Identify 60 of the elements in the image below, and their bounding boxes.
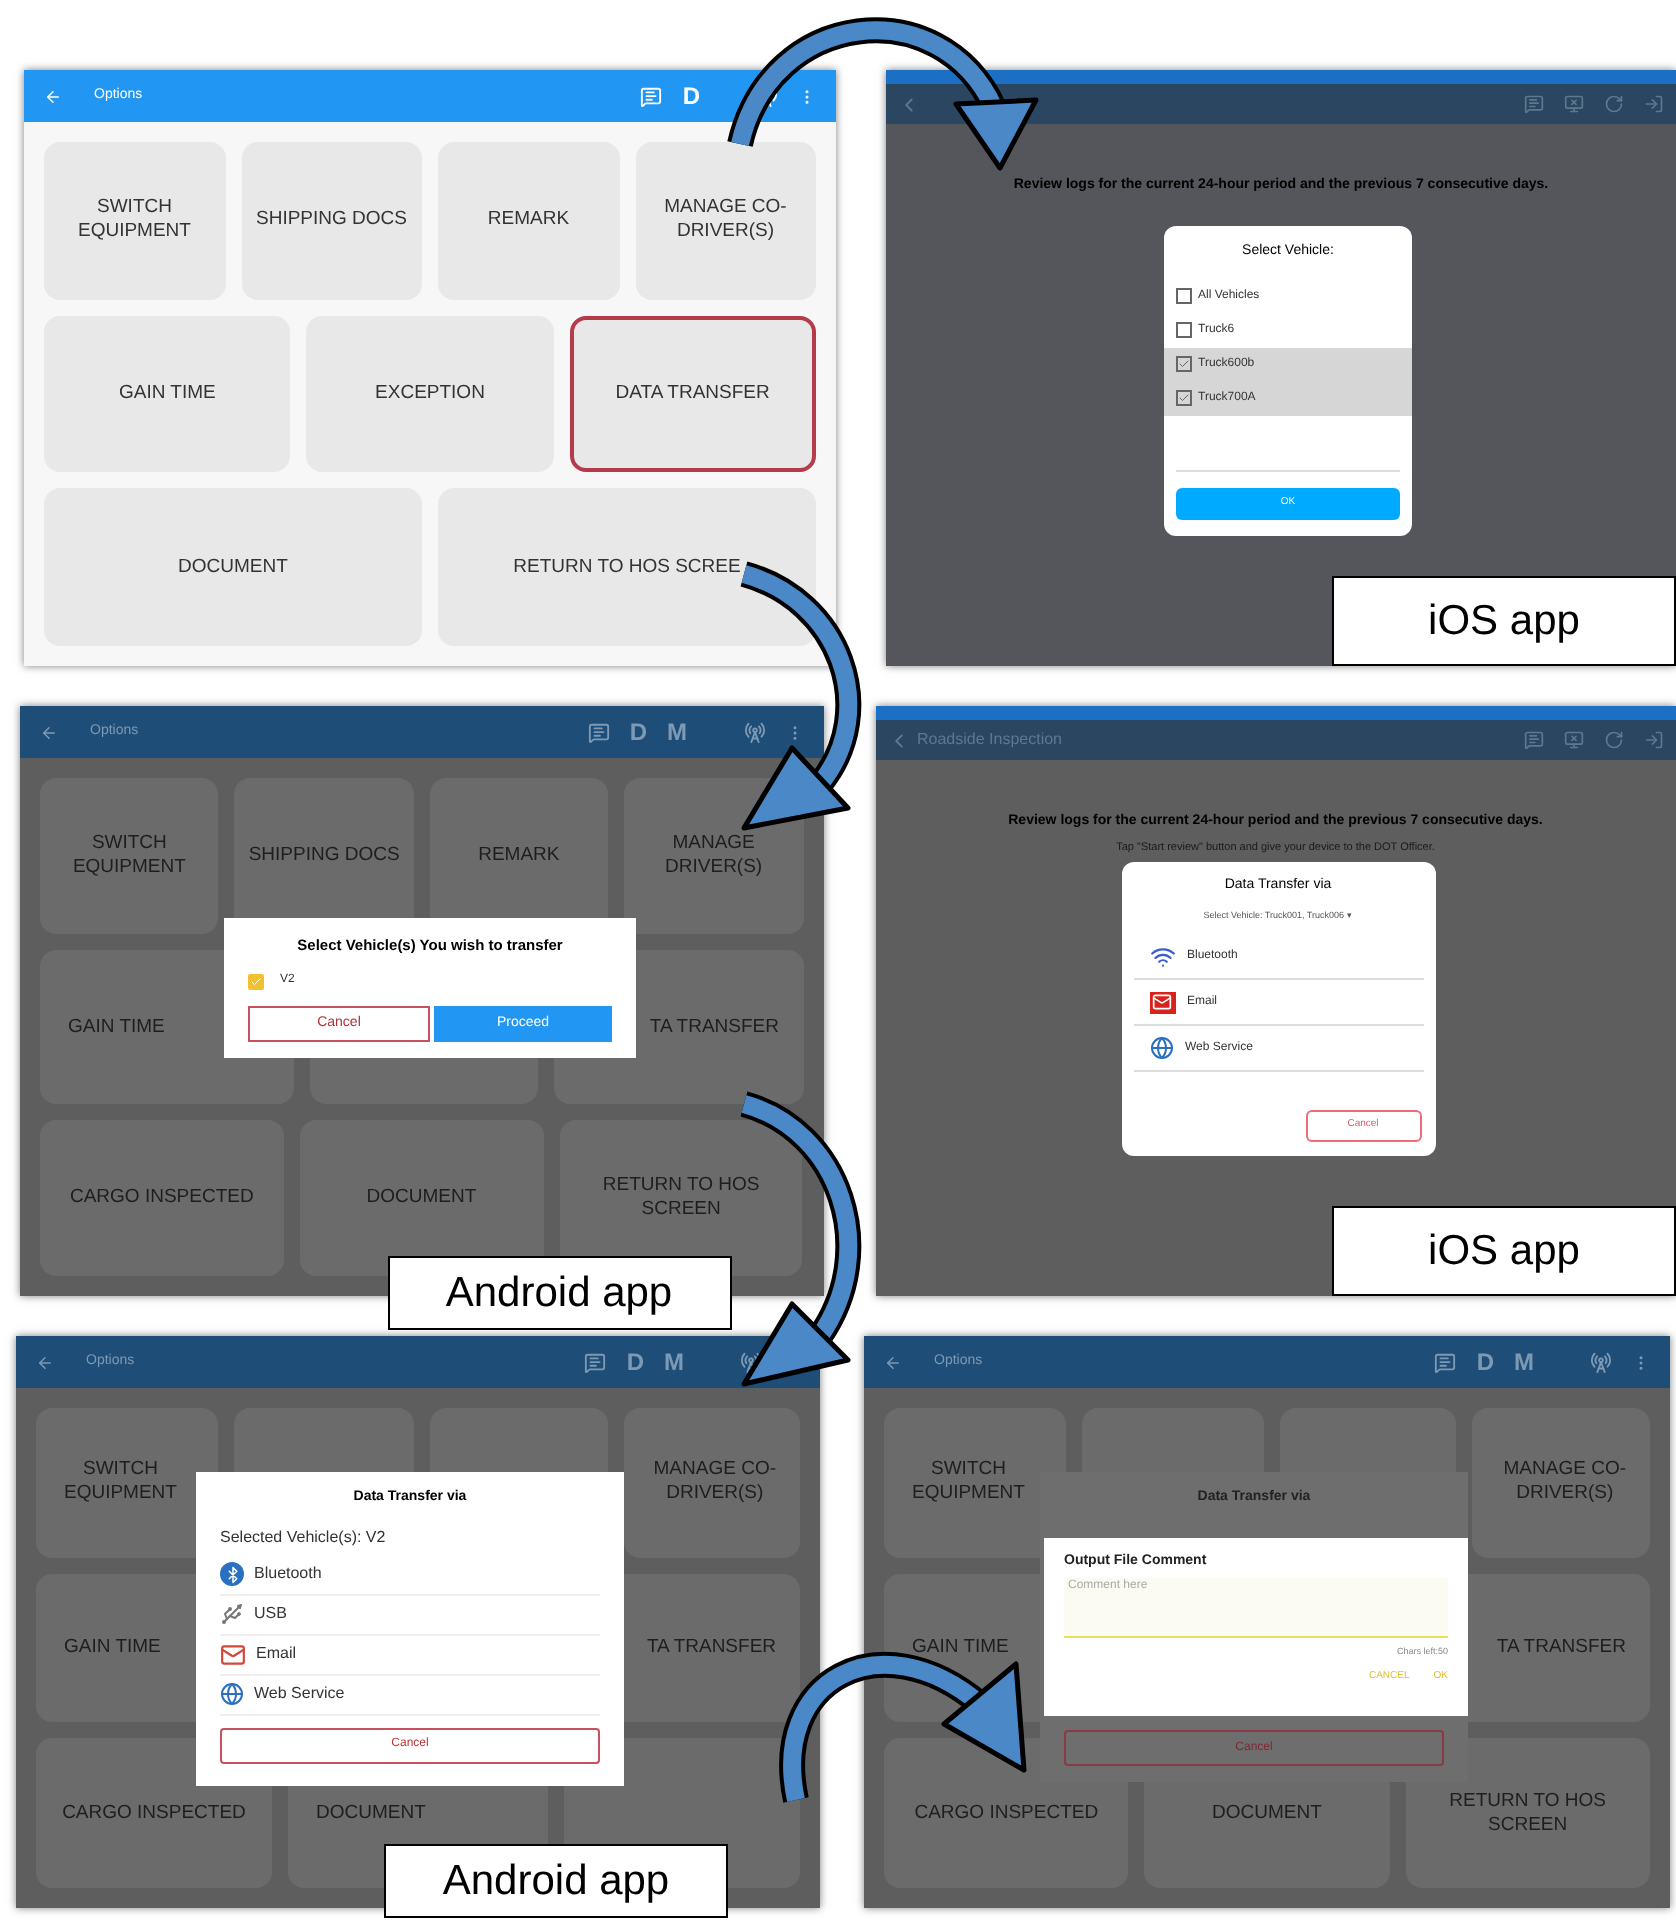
back-arrow-icon[interactable] [36,1353,54,1371]
option-tile[interactable]: SWITCH EQUIPMENT [36,1408,217,1558]
option-tile[interactable]: EXCEPTION [306,315,554,473]
exit-icon[interactable] [1644,94,1664,114]
message-icon[interactable] [587,721,610,743]
message-icon[interactable] [1524,94,1544,114]
checkbox[interactable] [1176,288,1192,304]
option-tile[interactable]: SHIPPING DOCS [241,142,422,300]
checkbox[interactable] [1176,390,1192,406]
option-tile[interactable]: MANAGE CO- DRIVER(S) [1472,1408,1650,1558]
status-letter[interactable]: D [626,1344,644,1380]
caption-label: Android app [384,1843,728,1918]
bluetooth-icon [220,1562,244,1586]
option-tile[interactable]: GAIN TIME [44,315,291,473]
back-arrow-icon[interactable] [884,1353,902,1371]
transfer-option[interactable]: Web Service [220,1675,600,1715]
option-tile[interactable]: CARGO INSPECTED [40,1120,284,1277]
option-tile[interactable]: RETURN TO HOS SCREEN [1405,1738,1650,1889]
option-tile[interactable]: CARGO INSPECTED [36,1738,272,1889]
transfer-option[interactable]: USB [220,1595,600,1635]
mail-icon [1149,991,1175,1014]
message-icon[interactable] [1524,730,1544,750]
status-letter[interactable]: M [667,714,687,750]
monitor-icon[interactable] [1564,730,1584,750]
caption-label: iOS app [1332,575,1676,666]
back-arrow-icon[interactable] [44,87,62,105]
refresh-icon[interactable] [1604,730,1624,750]
monitor-icon[interactable] [1564,94,1584,114]
option-tile[interactable]: DATA TRANSFER [569,315,816,473]
option-tile[interactable]: SWITCH EQUIPMENT [884,1408,1066,1558]
usb-icon [220,1602,244,1626]
status-letter[interactable]: M [664,1344,684,1380]
option-tile[interactable]: RETURN TO HOS SCREE [438,488,816,647]
globe-icon [220,1682,244,1706]
caption-label: Android app [387,1255,731,1330]
selected-vehicle-text: Selected Vehicle(s): V2 [220,1525,388,1549]
option-tile[interactable]: SWITCH EQUIPMENT [44,142,225,300]
mail-icon [220,1641,246,1667]
caption-label: iOS app [1332,1205,1676,1296]
transfer-option[interactable]: Email [220,1635,600,1675]
exit-icon[interactable] [1644,730,1664,750]
status-letter[interactable]: D [1476,1344,1494,1380]
checkbox[interactable] [1176,322,1192,338]
option-tile[interactable]: SWITCH EQUIPMENT [40,778,219,934]
transfer-option[interactable]: Bluetooth [220,1555,600,1595]
option-tile[interactable]: REMARK [438,142,619,300]
option-tile[interactable]: DOCUMENT [44,488,422,647]
status-letter[interactable]: D [682,78,700,114]
checkbox[interactable] [1176,356,1192,372]
status-letter[interactable]: D [629,714,647,750]
option-tile[interactable]: MANAGE CO- DRIVER(S) [635,142,816,300]
status-letter[interactable]: M [1514,1344,1534,1380]
checkbox[interactable] [248,973,264,990]
globe-icon [1149,1036,1173,1061]
back-arrow-icon[interactable] [40,723,58,741]
option-tile[interactable]: DOCUMENT [299,1120,544,1277]
refresh-icon[interactable] [1604,94,1624,114]
message-icon[interactable] [584,1351,607,1373]
message-icon[interactable] [1434,1351,1457,1373]
option-tile[interactable]: MANAGE CO- DRIVER(S) [623,1408,800,1558]
